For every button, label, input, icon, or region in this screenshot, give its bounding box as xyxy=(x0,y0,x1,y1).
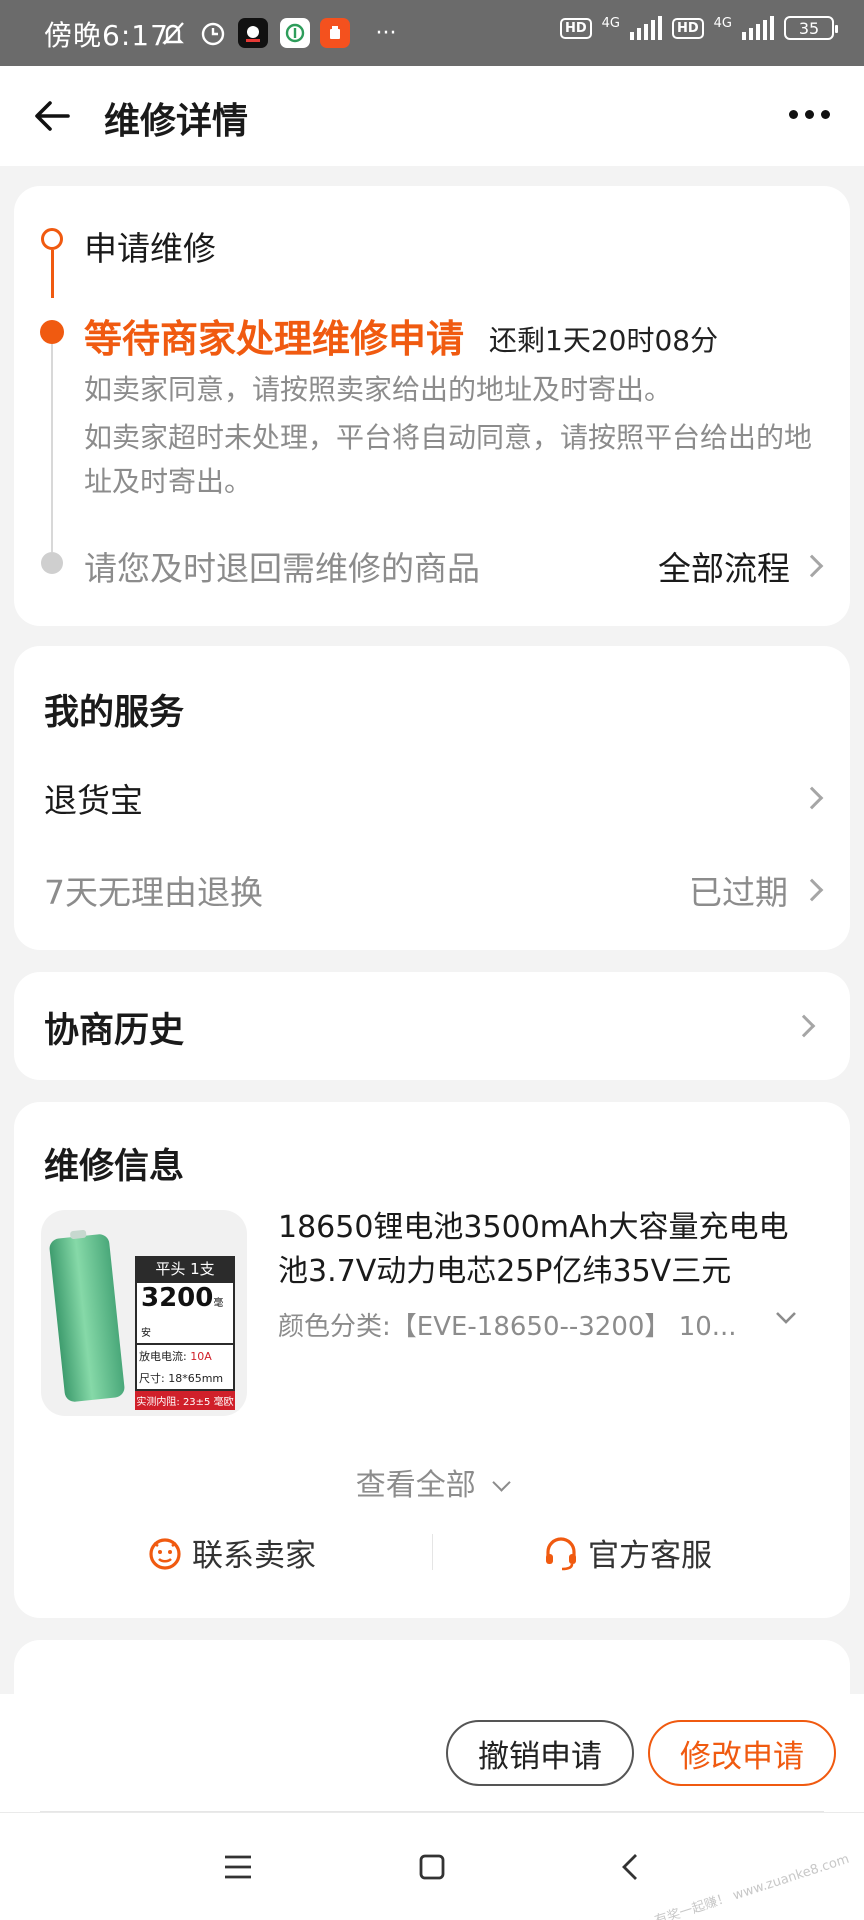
repair-info-card: 维修信息 平头 1支 3200毫安 放电电流: 10A 尺寸: 18*65mm … xyxy=(14,1102,850,1618)
sku-expand-icon[interactable] xyxy=(774,1310,798,1330)
all-steps-label: 全部流程 xyxy=(658,549,790,588)
negotiation-history-card[interactable]: 协商历史 xyxy=(14,972,850,1080)
network-type: 4G xyxy=(601,16,620,31)
product-title[interactable]: 18650锂电池3500mAh大容量充电电池3.7V动力电芯25P亿纬35V三元 xyxy=(278,1206,818,1294)
official-service-button[interactable]: 官方客服 xyxy=(542,1530,712,1575)
official-service-label: 官方客服 xyxy=(588,1538,712,1574)
chevron-right-icon xyxy=(800,786,824,810)
back-icon[interactable] xyxy=(608,1845,652,1889)
remaining-time: 还剩1天20时08分 xyxy=(489,324,719,357)
timeline-line xyxy=(51,344,53,552)
page-title: 维修详情 xyxy=(104,101,249,142)
modify-application-button[interactable]: 修改申请 xyxy=(648,1720,836,1786)
more-options-icon[interactable] xyxy=(789,110,830,119)
divider xyxy=(432,1534,433,1570)
signal-icon xyxy=(742,16,774,40)
spec-resistance: 实测内阻: 23±5 毫欧 xyxy=(135,1391,235,1410)
my-services-card: 我的服务 退货宝 7天无理由退换 已过期 xyxy=(14,646,850,950)
hd-icon: HD xyxy=(671,17,704,39)
product-sku[interactable]: 颜色分类:【EVE-18650--3200】 10... xyxy=(278,1306,798,1343)
timeline-line xyxy=(51,250,54,298)
status-bar: 傍晚6:17 ··· HD 4G HD 4G 35 xyxy=(0,0,864,66)
service-label: 7天无理由退换 xyxy=(44,873,263,912)
more-notifications-icon: ··· xyxy=(375,20,397,46)
status-description: 如卖家同意，请按照卖家给出的地址及时寄出。 xyxy=(84,373,673,406)
back-arrow-icon[interactable] xyxy=(32,96,72,136)
spec-capacity: 3200毫安 xyxy=(135,1281,235,1345)
step-pending-dot xyxy=(41,552,63,574)
repair-progress-card: 申请维修 等待商家处理维修申请 还剩1天20时08分 如卖家同意，请按照卖家给出… xyxy=(14,186,850,626)
all-steps-link[interactable]: 全部流程 xyxy=(658,542,824,590)
signal-icon xyxy=(629,16,662,40)
system-nav-bar: 赚客吧，有奖一起赚！ www.zuanke8.com xyxy=(0,1812,864,1920)
spec-tag: 平头 1支 xyxy=(135,1256,235,1281)
app-notification-icon xyxy=(320,18,350,48)
mute-bell-icon xyxy=(158,18,188,48)
section-title: 维修信息 xyxy=(44,1147,185,1187)
cancel-application-button[interactable]: 撤销申请 xyxy=(446,1720,634,1786)
chevron-down-icon xyxy=(492,1473,511,1492)
hd-icon: HD xyxy=(559,17,592,39)
service-row-return-insurance[interactable]: 退货宝 xyxy=(44,774,824,822)
contact-seller-button[interactable]: 联系卖家 xyxy=(146,1530,316,1575)
chevron-right-icon xyxy=(792,1014,816,1038)
headset-icon xyxy=(546,1536,576,1570)
contact-seller-label: 联系卖家 xyxy=(192,1538,316,1574)
app-notification-icon xyxy=(280,18,310,48)
section-title: 协商历史 xyxy=(44,1011,185,1051)
product-image[interactable]: 平头 1支 3200毫安 放电电流: 10A 尺寸: 18*65mm 实测内阻:… xyxy=(41,1210,247,1416)
menu-icon[interactable] xyxy=(216,1845,260,1889)
status-time: 傍晚6:17 xyxy=(44,19,169,52)
step-apply-repair: 申请维修 xyxy=(84,229,216,268)
service-label: 退货宝 xyxy=(44,781,143,820)
step-current-status: 等待商家处理维修申请 xyxy=(84,317,465,361)
bottom-action-bar: 撤销申请 修改申请 xyxy=(0,1694,864,1812)
battery-cell-image xyxy=(48,1233,126,1403)
app-notification-icon xyxy=(238,18,268,48)
battery-icon: 35 xyxy=(784,16,838,40)
step-complete-dot xyxy=(41,228,63,250)
seller-chat-icon xyxy=(149,1537,181,1570)
spec-current: 放电电流: 10A xyxy=(135,1345,235,1367)
status-indicators: HD 4G HD 4G 35 xyxy=(559,16,838,40)
alarm-icon xyxy=(198,18,228,48)
network-type: 4G xyxy=(713,16,732,31)
chevron-right-icon xyxy=(800,878,824,902)
view-all-label: 查看全部 xyxy=(355,1468,476,1503)
view-all-button[interactable]: 查看全部 xyxy=(14,1460,850,1504)
service-row-7-day-return[interactable]: 7天无理由退换 已过期 xyxy=(44,866,824,914)
status-description: 如卖家超时未处理，平台将自动同意，请按照平台给出的地址及时寄出。 xyxy=(84,421,813,498)
section-title: 我的服务 xyxy=(44,693,185,733)
app-header: 维修详情 xyxy=(0,66,864,166)
product-spec-label: 平头 1支 3200毫安 放电电流: 10A 尺寸: 18*65mm 实测内阻:… xyxy=(135,1256,235,1410)
service-value: 已过期 xyxy=(689,873,788,912)
step-return-goods: 请您及时退回需维修的商品 xyxy=(84,549,480,588)
spec-size: 尺寸: 18*65mm xyxy=(135,1367,235,1391)
home-icon[interactable] xyxy=(410,1845,454,1889)
step-current-dot xyxy=(40,320,64,344)
chevron-right-icon xyxy=(800,554,824,578)
